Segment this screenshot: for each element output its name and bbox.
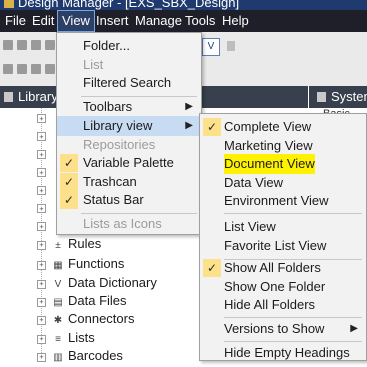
- expand-icon[interactable]: +: [37, 204, 46, 213]
- submenu-arrow-icon: ▶: [185, 120, 193, 131]
- expand-icon[interactable]: +: [37, 132, 46, 141]
- app-icon: [4, 0, 14, 8]
- menu-tools[interactable]: Tools: [181, 10, 219, 32]
- expand-icon[interactable]: +: [37, 316, 46, 325]
- tree-item-lists[interactable]: + ≡ Lists: [37, 329, 95, 347]
- view-menu: Folder... List Filtered Search Toolbars …: [56, 32, 202, 235]
- system-panel-title: System: [331, 89, 367, 104]
- system-panel-icon: [317, 92, 326, 102]
- tree-item-label: Data Files: [68, 293, 127, 308]
- system-panel-header: System: [309, 86, 367, 108]
- menu-item-marketing-view[interactable]: Marketing View: [200, 136, 366, 156]
- menu-item-versions-to-show[interactable]: Versions to Show ▶: [200, 319, 366, 339]
- check-icon: ✓: [60, 191, 78, 209]
- menu-item-hide-empty-headings[interactable]: Hide Empty Headings: [200, 343, 366, 363]
- tree-item-functions[interactable]: + ▦ Functions: [37, 255, 124, 273]
- menu-item-status-bar[interactable]: ✓ Status Bar: [57, 190, 201, 210]
- expand-icon[interactable]: +: [37, 168, 46, 177]
- submenu-arrow-icon: ▶: [185, 101, 193, 112]
- menu-item-variable-palette[interactable]: ✓ Variable Palette: [57, 153, 201, 173]
- menu-item-library-view[interactable]: Library view ▶: [57, 116, 201, 136]
- document-view-marker: Document View: [224, 154, 315, 174]
- tree-item-label: Rules: [68, 236, 102, 251]
- barcodes-icon: ▥: [53, 352, 63, 363]
- library-panel-title: Library: [18, 89, 58, 104]
- menu-item-environment-view[interactable]: Environment View: [200, 191, 366, 211]
- view-toggle-button[interactable]: V: [202, 38, 220, 56]
- menu-item-list-view[interactable]: List View: [200, 217, 366, 237]
- menu-manage[interactable]: Manage: [131, 10, 186, 32]
- toolbar-icon[interactable]: [31, 40, 41, 50]
- expand-icon[interactable]: +: [37, 222, 46, 231]
- toolbar-icon[interactable]: [45, 40, 55, 50]
- tree-item-label: Connectors: [68, 311, 135, 326]
- toolbar-icon[interactable]: [31, 64, 41, 74]
- toolbar-icon[interactable]: [3, 64, 13, 74]
- window-title: Design Manager - [EXS_SBX_Design]: [18, 0, 240, 10]
- menu-view[interactable]: View: [57, 10, 95, 32]
- menu-separator: [224, 317, 362, 318]
- rules-icon: ±: [55, 240, 61, 251]
- tree-item-data-dictionary[interactable]: + V Data Dictionary: [37, 274, 157, 292]
- menu-item-repositories[interactable]: Repositories: [57, 135, 201, 155]
- expand-icon[interactable]: +: [37, 150, 46, 159]
- expand-icon[interactable]: +: [37, 186, 46, 195]
- expand-icon[interactable]: +: [37, 335, 46, 344]
- connectors-icon: ✱: [53, 315, 63, 326]
- menu-separator: [224, 213, 362, 214]
- tree-item-barcodes[interactable]: + ▥ Barcodes: [37, 347, 123, 365]
- menu-item-show-one-folder[interactable]: Show One Folder: [200, 277, 366, 297]
- menu-item-favorite-list-view[interactable]: Favorite List View: [200, 236, 366, 256]
- menu-edit[interactable]: Edit: [28, 10, 58, 32]
- check-icon: ✓: [60, 173, 78, 191]
- toolbar-icon[interactable]: [45, 64, 55, 74]
- menu-item-toolbars[interactable]: Toolbars ▶: [57, 97, 201, 117]
- menu-separator: [224, 341, 362, 342]
- tree-item-rules[interactable]: + ± Rules: [37, 235, 101, 253]
- library-panel-icon: [4, 92, 13, 102]
- menu-insert[interactable]: Insert: [92, 10, 133, 32]
- expand-icon[interactable]: +: [37, 241, 46, 250]
- expand-icon[interactable]: +: [37, 261, 46, 270]
- menu-help[interactable]: Help: [218, 10, 253, 32]
- menu-item-folder[interactable]: Folder...: [57, 36, 201, 56]
- toolbar-grip-icon: [227, 41, 235, 51]
- tree-item-label: Data Dictionary: [68, 275, 157, 290]
- tree-item-data-files[interactable]: + ▤ Data Files: [37, 292, 127, 310]
- tree-item-connectors[interactable]: + ✱ Connectors: [37, 310, 134, 328]
- check-icon: ✓: [203, 118, 221, 136]
- toolbar-icon[interactable]: [3, 40, 13, 50]
- tree-item-label: Functions: [68, 256, 125, 271]
- menu-bar: File Edit View Insert Manage Tools Help: [0, 10, 367, 32]
- menu-file[interactable]: File: [1, 10, 30, 32]
- menu-item-complete-view[interactable]: ✓ Complete View: [200, 117, 366, 137]
- menu-item-data-view[interactable]: Data View: [200, 173, 366, 193]
- menu-item-lists-as-icons[interactable]: Lists as Icons: [57, 214, 201, 234]
- submenu-arrow-icon: ▶: [350, 323, 358, 334]
- expand-icon[interactable]: +: [37, 298, 46, 307]
- toolbar-row-2: [0, 58, 60, 80]
- menu-item-document-view[interactable]: Document View: [200, 154, 366, 174]
- toolbar-icon[interactable]: [17, 40, 27, 50]
- menu-item-filtered-search[interactable]: Filtered Search: [57, 73, 201, 93]
- expand-icon[interactable]: +: [37, 114, 46, 123]
- title-bar: Design Manager - [EXS_SBX_Design]: [0, 0, 367, 10]
- library-view-submenu: ✓ Complete View Marketing View Document …: [199, 113, 367, 361]
- check-icon: ✓: [60, 154, 78, 172]
- functions-icon: ▦: [53, 260, 63, 271]
- menu-item-trashcan[interactable]: ✓ Trashcan: [57, 172, 201, 192]
- expand-icon[interactable]: +: [37, 280, 46, 289]
- check-icon: ✓: [203, 259, 221, 277]
- toolbar-icon[interactable]: [17, 64, 27, 74]
- menu-item-show-all-folders[interactable]: ✓ Show All Folders: [200, 258, 366, 278]
- menu-item-hide-all-folders[interactable]: Hide All Folders: [200, 295, 366, 315]
- toolbar-row-1: [0, 34, 60, 56]
- tree-item-label: Lists: [68, 330, 95, 345]
- menu-item-list[interactable]: List: [57, 55, 201, 75]
